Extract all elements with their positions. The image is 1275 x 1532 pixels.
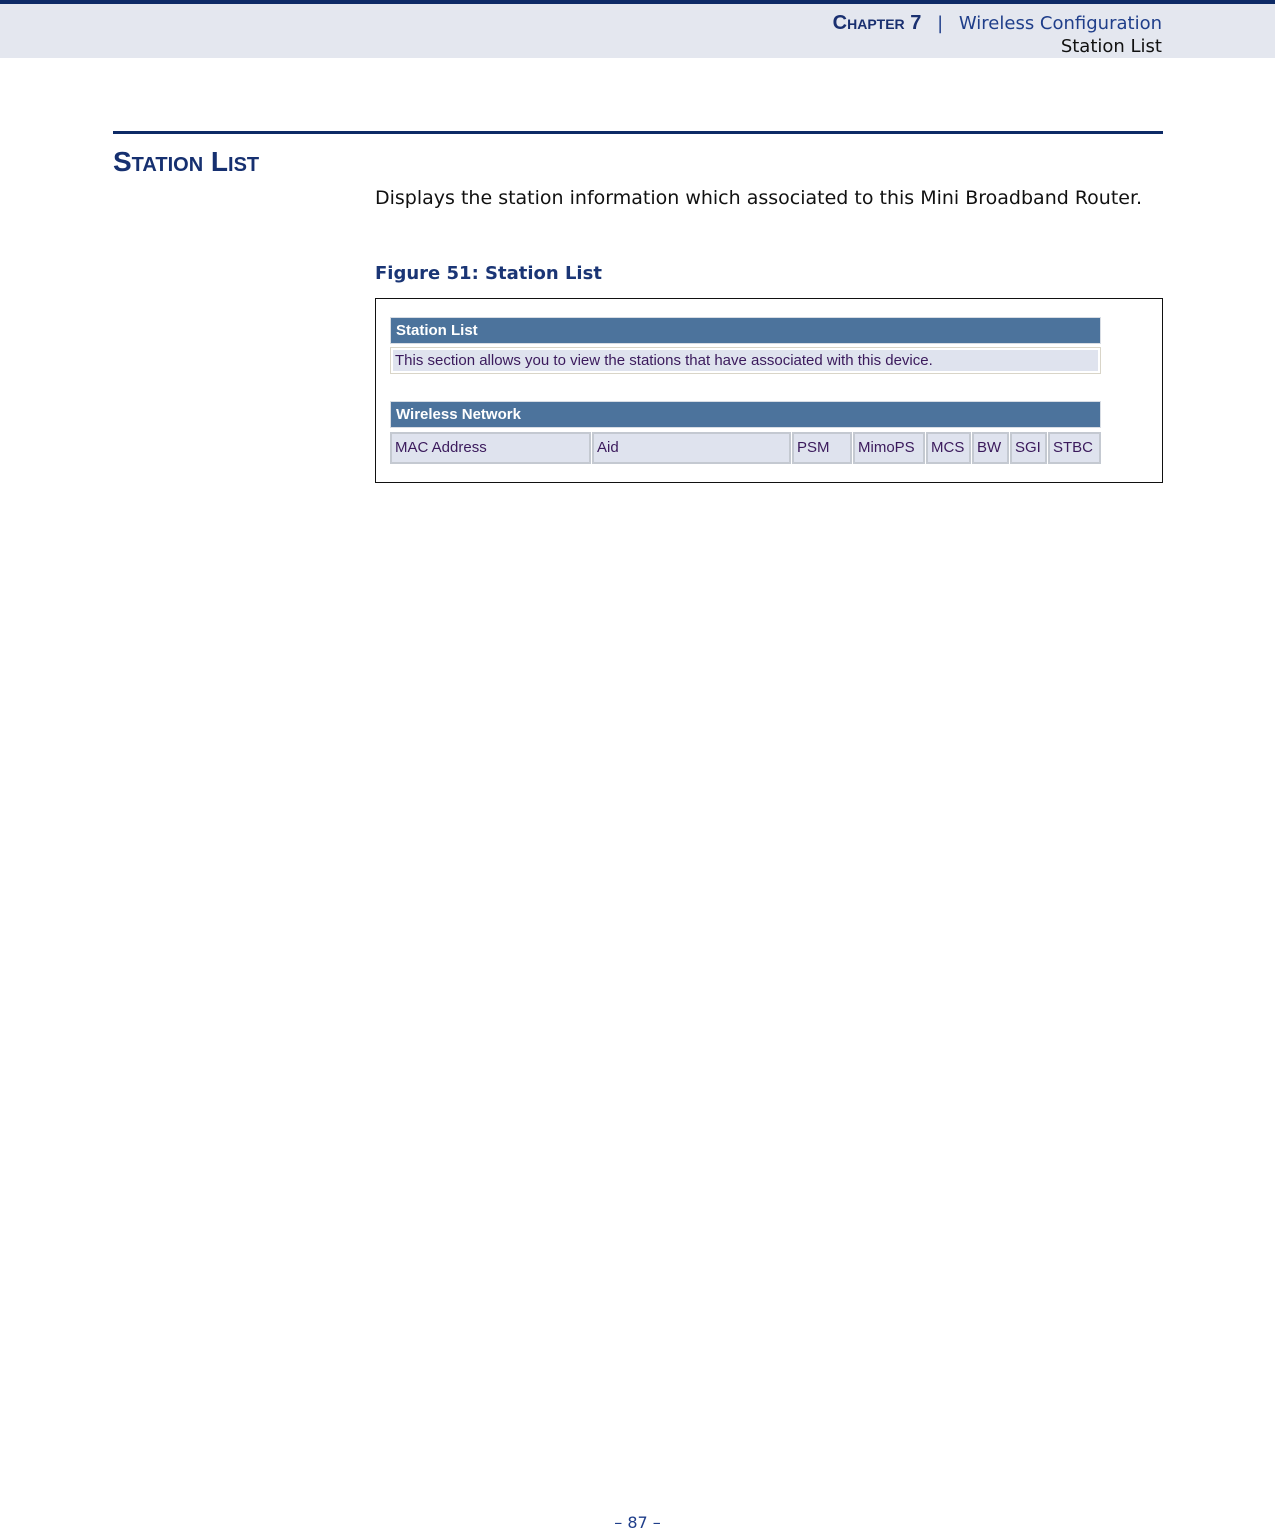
column-header-aid: Aid: [592, 432, 791, 464]
column-header-stbc: STBC: [1048, 432, 1101, 464]
header-chapter-line: Chapter 7 | Wireless Configuration: [833, 12, 1162, 35]
chapter-label: Chapter 7: [832, 12, 922, 34]
section-divider: [113, 131, 1163, 134]
column-header-mimops: MimoPS: [853, 432, 925, 464]
running-header: Chapter 7 | Wireless Configuration Stati…: [0, 0, 1275, 58]
table-title-bar: Wireless Network: [390, 401, 1101, 428]
table-header-row: MAC Address Aid PSM MimoPS MCS BW SGI ST…: [390, 432, 1101, 464]
panel-title-bar: Station List: [390, 317, 1101, 344]
column-header-mcs: MCS: [926, 432, 971, 464]
page-number: – 87 –: [614, 1513, 661, 1532]
panel-description: This section allows you to view the stat…: [393, 350, 1098, 371]
column-header-mac-address: MAC Address: [390, 432, 591, 464]
header-section: Station List: [1060, 36, 1162, 57]
column-header-psm: PSM: [792, 432, 852, 464]
section-title: Station List: [113, 146, 260, 177]
header-separator: |: [937, 13, 944, 34]
section-description: Displays the station information which a…: [375, 187, 1143, 209]
chapter-title: Wireless Configuration: [958, 13, 1162, 34]
column-header-bw: BW: [972, 432, 1009, 464]
figure-screenshot: Station List This section allows you to …: [375, 298, 1163, 483]
panel-description-row: This section allows you to view the stat…: [390, 347, 1101, 374]
figure-caption: Figure 51: Station List: [375, 263, 602, 284]
column-header-sgi: SGI: [1010, 432, 1047, 464]
